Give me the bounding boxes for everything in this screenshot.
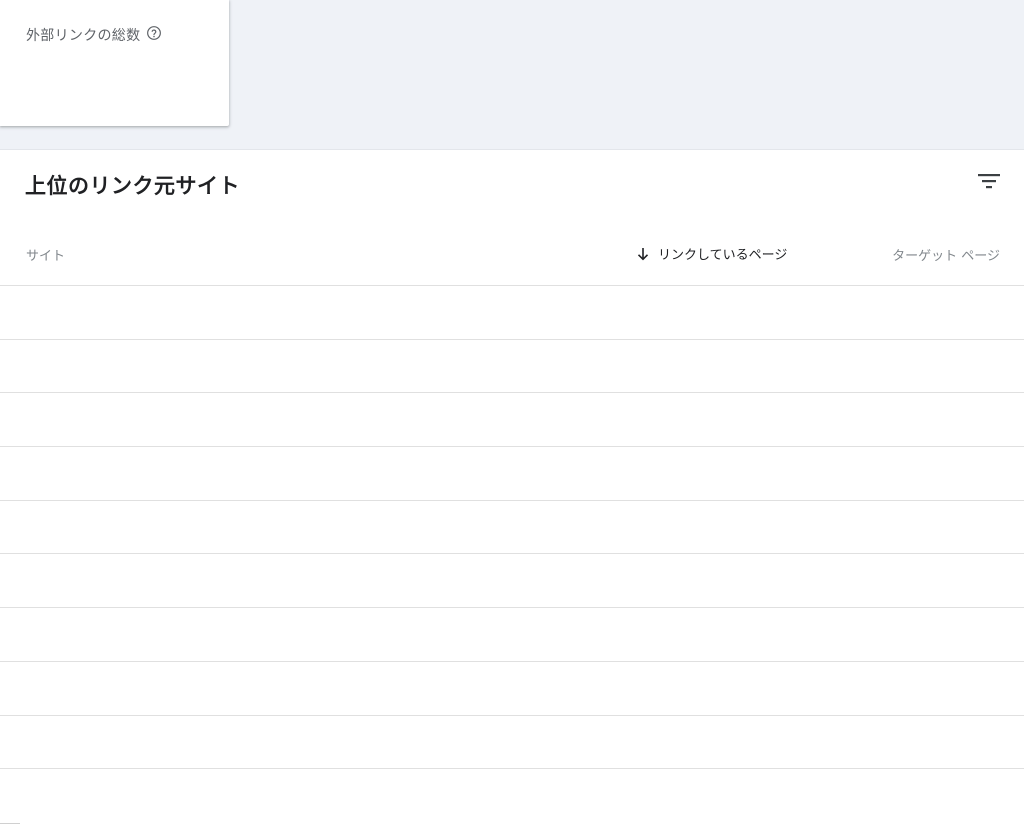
total-external-links-card[interactable]: 外部リンクの総数 xyxy=(0,0,229,126)
summary-label-row: 外部リンクの総数 xyxy=(26,25,162,45)
column-header-linking-pages[interactable]: リンクしているページ xyxy=(636,244,787,263)
column-header-site[interactable]: サイト xyxy=(26,245,65,264)
filter-list-icon xyxy=(978,173,1000,193)
total-external-links-label: 外部リンクの総数 xyxy=(26,28,141,44)
column-header-linking-pages-label: リンクしているページ xyxy=(658,248,788,263)
table-row[interactable] xyxy=(0,554,1024,609)
table-row[interactable] xyxy=(0,393,1024,448)
summary-area: 外部リンクの総数 xyxy=(0,0,1024,149)
column-header-target-pages[interactable]: ターゲット ページ xyxy=(892,245,1000,264)
panel-header: 上位のリンク元サイト xyxy=(0,150,1024,220)
table-row[interactable] xyxy=(0,608,1024,662)
table-row[interactable] xyxy=(0,769,1024,823)
panel-title: 上位のリンク元サイト xyxy=(25,174,240,198)
table-header: サイト リンクしているページ ターゲット ページ xyxy=(0,220,1024,286)
table-row[interactable] xyxy=(0,716,1024,770)
table-row[interactable] xyxy=(0,501,1024,555)
filter-button[interactable] xyxy=(976,170,1002,196)
table-row[interactable] xyxy=(0,662,1024,716)
top-linking-sites-panel: 上位のリンク元サイト サイト リンクしているページ ターゲット ページ xyxy=(0,149,1024,824)
table-body xyxy=(0,286,1024,823)
arrow-down-icon xyxy=(636,247,650,261)
table-row[interactable] xyxy=(0,286,1024,340)
table-row[interactable] xyxy=(0,447,1024,501)
table-row[interactable] xyxy=(0,340,1024,394)
help-circle-icon[interactable] xyxy=(146,25,162,41)
